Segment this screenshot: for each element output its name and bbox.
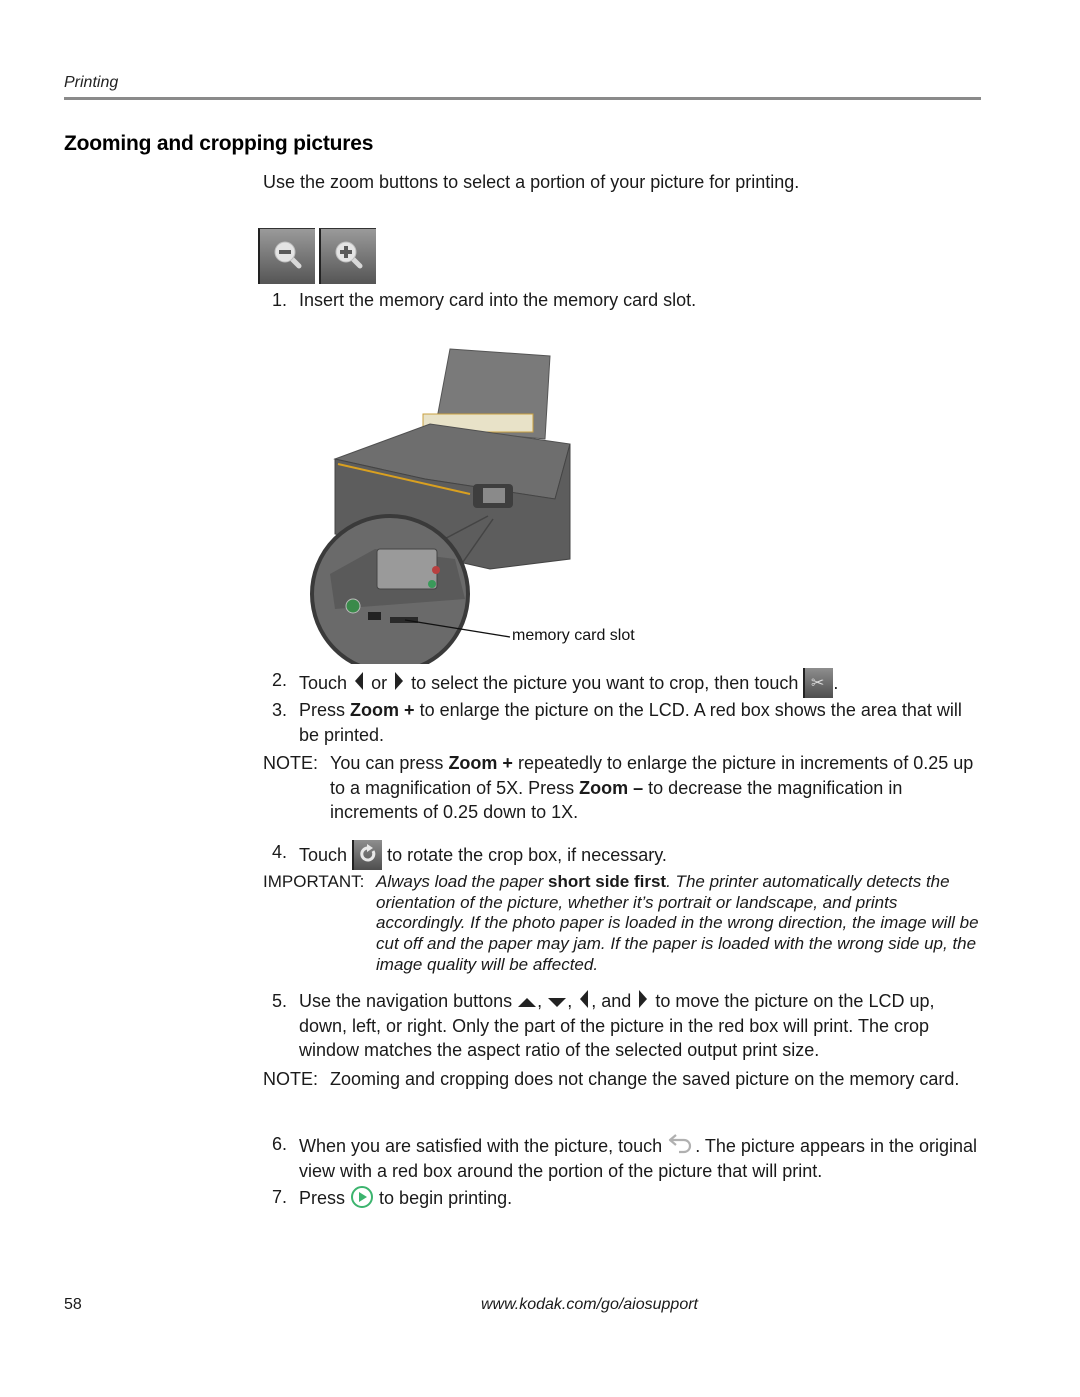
small-lcd <box>483 488 505 503</box>
step-6: 6. When you are satisfied with the pictu… <box>272 1134 978 1181</box>
printer-illustration <box>310 348 571 664</box>
right-arrow-icon <box>395 672 404 690</box>
down-arrow-icon <box>548 998 567 1007</box>
up-arrow-icon <box>518 998 537 1007</box>
important-notice: IMPORTANT: Always load the paper short s… <box>263 872 979 974</box>
step-7: 7. Press to begin printing. <box>272 1186 513 1208</box>
back-arrow-icon <box>669 1134 692 1154</box>
step-1: 1. Insert the memory card into the memor… <box>272 290 697 310</box>
zoom-buttons <box>258 228 376 284</box>
intro-text: Use the zoom buttons to select a portion… <box>263 172 800 192</box>
usb-port <box>368 612 381 620</box>
page-number: 58 <box>64 1296 82 1313</box>
memory-card-slot-callout: memory card slot <box>512 627 635 644</box>
running-header: Printing <box>64 74 119 91</box>
start-print-icon <box>351 1186 374 1208</box>
magnifier-plus-icon <box>335 241 363 269</box>
page-title: Zooming and cropping pictures <box>64 132 374 155</box>
right-arrow-icon <box>639 990 648 1008</box>
header-rule <box>64 97 981 100</box>
zoom-out-button <box>258 228 315 284</box>
crop-scissors-icon: ✂ <box>803 668 834 698</box>
note-saved-picture: NOTE: Zooming and cropping does not chan… <box>263 1069 960 1089</box>
left-arrow-icon <box>580 990 589 1008</box>
power-button <box>345 598 361 614</box>
lcd-screen <box>376 548 438 590</box>
magnifier-minus-icon <box>274 241 302 269</box>
memory-card-slot <box>390 617 418 623</box>
step-5: 5. Use the navigation buttons , , , and … <box>272 990 935 1060</box>
left-arrow-icon <box>355 672 364 690</box>
step-4: 4. Touch to rotate the crop box, if nece… <box>272 840 982 870</box>
start-light <box>428 580 436 588</box>
support-url: www.kodak.com/go/aiosupport <box>481 1296 698 1313</box>
note-zoom: NOTE: You can press Zoom + repeatedly to… <box>263 753 974 822</box>
cancel-light <box>432 566 440 574</box>
step-2: 2. Touch or to select the picture you wa… <box>272 668 982 698</box>
step-3: 3. Press Zoom + to enlarge the picture o… <box>272 700 962 745</box>
rotate-icon <box>352 840 383 870</box>
zoom-in-button <box>319 228 376 284</box>
svg-text:✂: ✂ <box>811 673 824 692</box>
